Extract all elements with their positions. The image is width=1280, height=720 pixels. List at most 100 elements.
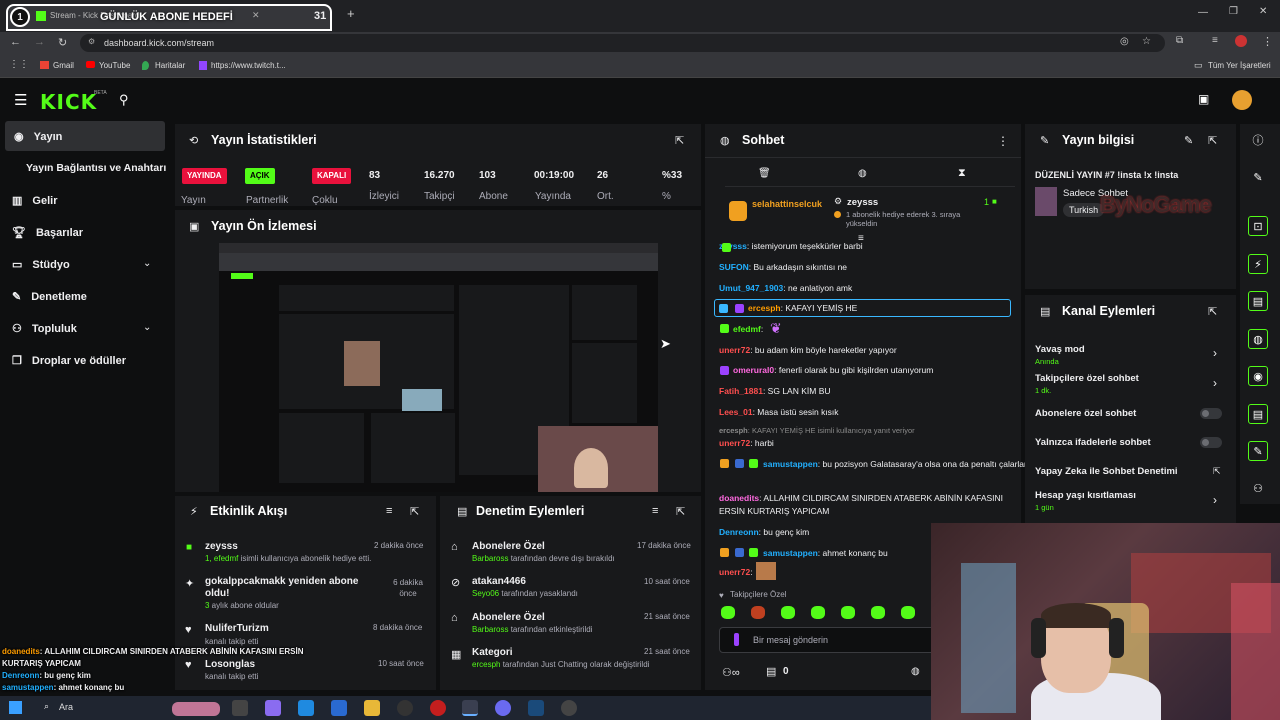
bookmark-maps[interactable]: Haritalar [155,61,185,70]
filter-icon[interactable]: ≡ [652,505,658,517]
popout-icon[interactable]: ⇱ [1208,134,1217,147]
document-icon[interactable]: ▤ [1248,291,1268,311]
chat-username[interactable]: Fatih_1881 [719,386,763,396]
chat-username[interactable]: samustappen [763,548,818,558]
popout-icon[interactable]: ⇱ [675,134,684,147]
apps-icon[interactable]: ⋮⋮ [9,59,29,70]
pencil-icon[interactable]: ✎ [1248,168,1268,188]
chevron-right-icon[interactable]: › [1213,493,1217,507]
new-tab-icon[interactable]: + [347,6,355,21]
store-icon[interactable] [331,700,347,716]
popout-icon[interactable]: ⇱ [1208,305,1217,318]
media-icon[interactable]: ≡ [1212,35,1218,46]
stream-preview-video[interactable] [219,243,658,492]
chrome-icon[interactable] [462,700,478,716]
copilot-icon[interactable] [265,700,281,716]
emote-4-icon[interactable] [811,606,825,619]
infinity-icon[interactable]: ⚇∞ [722,666,740,679]
chat-username[interactable]: doanedits [719,493,759,503]
popout-icon[interactable]: ⇱ [410,505,419,518]
chat-username[interactable]: Lees_01 [719,407,753,417]
external-link-icon[interactable]: ⇱ [1213,466,1221,477]
chat-username[interactable]: samustappen [763,459,818,469]
edit-icon[interactable]: ✎ [1184,134,1193,147]
taskview-icon[interactable] [232,700,248,716]
edge-icon[interactable] [298,700,314,716]
chat-username[interactable]: unerr72 [719,438,750,448]
subs-only-toggle[interactable] [1200,408,1222,419]
gift-icon[interactable]: ▤ [766,665,776,678]
camera-icon[interactable]: ▣ [1198,92,1209,106]
sidebar-item-yayin[interactable]: ◉ Yayın [14,130,62,144]
chat-input[interactable]: Bir mesaj gönderin [719,627,939,653]
broadcast-icon[interactable]: ◉ [1248,366,1268,386]
chat-username[interactable]: ercesph [719,426,748,435]
explorer-icon[interactable] [364,700,380,716]
bookmark-twitch[interactable]: https://www.twitch.t... [211,61,286,70]
sidebar-item-gelir[interactable]: ▥ Gelir [12,194,57,208]
xbox-icon[interactable] [397,700,413,716]
chevron-down-icon[interactable]: ⌄ [143,258,151,269]
emote-7-icon[interactable] [901,606,915,619]
avatar[interactable] [1232,90,1252,110]
back-icon[interactable]: ← [10,36,21,48]
emote-1-icon[interactable] [721,606,735,619]
minimize-icon[interactable]: — [1198,7,1208,18]
chevron-down-icon[interactable]: ⌄ [143,322,151,333]
forward-icon[interactable]: → [34,36,45,48]
star-icon[interactable]: ☆ [1142,36,1151,47]
profile-icon[interactable] [1235,35,1247,47]
sidebar-item-basarilar[interactable]: 🏆︎ Başarılar [12,226,83,240]
sidebar-item-denetleme[interactable]: ✎ Denetleme [12,290,87,304]
chat-username[interactable]: Denreonn [719,527,759,537]
info-icon[interactable]: ⓘ [1248,131,1268,151]
pinned-gifter[interactable]: zeysss [847,197,878,208]
sidebar-item-topluluk[interactable]: ⚇ Topluluk [12,322,77,336]
close-icon[interactable]: ✕ [252,10,260,21]
emote-3-icon[interactable] [781,606,795,619]
chat-username[interactable]: omerural0 [733,365,774,375]
sidebar-item-studyo[interactable]: ▭ Stüdyo [12,258,70,272]
opera-icon[interactable] [430,700,446,716]
chat-username[interactable]: SUFON [719,262,749,272]
kick-logo[interactable]: KICK [40,90,97,114]
sidebar-item-stream-key[interactable]: Yayın Bağlantısı ve Anahtarı [26,162,166,174]
chat-username[interactable]: unerr72 [719,345,750,355]
url-field[interactable]: ⚙ dashboard.kick.com/stream ◎ ☆ [80,34,1165,52]
chat-username[interactable]: ercesph [748,303,781,313]
community-icon[interactable]: ⚇ [1248,479,1268,499]
lightning-icon[interactable]: ⚡︎ [1248,254,1268,274]
popout-icon[interactable]: ⇱ [676,505,685,518]
wrench-icon[interactable]: ✎ [1248,441,1268,461]
windows-start-icon[interactable] [9,701,22,714]
sidebar-item-droplar[interactable]: ❒ Droplar ve ödüller [12,354,126,368]
all-bookmarks[interactable]: Tüm Yer İşaretleri [1208,61,1271,70]
search-icon[interactable]: ⌕ [44,701,49,712]
chat-username[interactable]: unerr72 [719,567,750,577]
bookmark-gmail[interactable]: Gmail [53,61,74,70]
emote-only-toggle[interactable] [1200,437,1222,448]
steam-icon[interactable] [528,700,544,716]
chevron-right-icon[interactable]: › [1213,346,1217,360]
target-icon[interactable]: ⊡ [1248,216,1268,236]
window-close-icon[interactable]: ✕ [1259,6,1267,17]
pinned-user[interactable]: selahattinselcuk [752,199,822,209]
browser-tab[interactable]: 1 Stream - Kick Dashboard GÜNLÜK ABONE H… [6,4,332,31]
chat-username[interactable]: Umut_947_1903 [719,283,783,293]
emote-6-icon[interactable] [871,606,885,619]
maximize-icon[interactable]: ❐ [1229,6,1238,17]
trash-icon[interactable]: 🗑︎ [758,168,771,179]
eye-off-icon[interactable]: ◎ [1120,36,1129,47]
chat-icon[interactable]: ◍ [1248,329,1268,349]
menu-dots-icon[interactable]: ⋮ [1262,35,1273,48]
chevron-right-icon[interactable]: › [1213,376,1217,390]
emote-5-icon[interactable] [841,606,855,619]
emote-2-icon[interactable] [751,606,765,619]
discord-icon[interactable] [495,700,511,716]
chat-settings-icon[interactable]: ◍ [911,666,920,677]
pin-icon[interactable]: ⚲ [119,92,129,108]
chat-username[interactable]: efedmf [733,324,761,334]
list-icon[interactable]: ▤ [1248,404,1268,424]
more-icon[interactable]: ⋮ [997,134,1009,148]
extensions-icon[interactable]: ⧉ [1176,35,1183,46]
